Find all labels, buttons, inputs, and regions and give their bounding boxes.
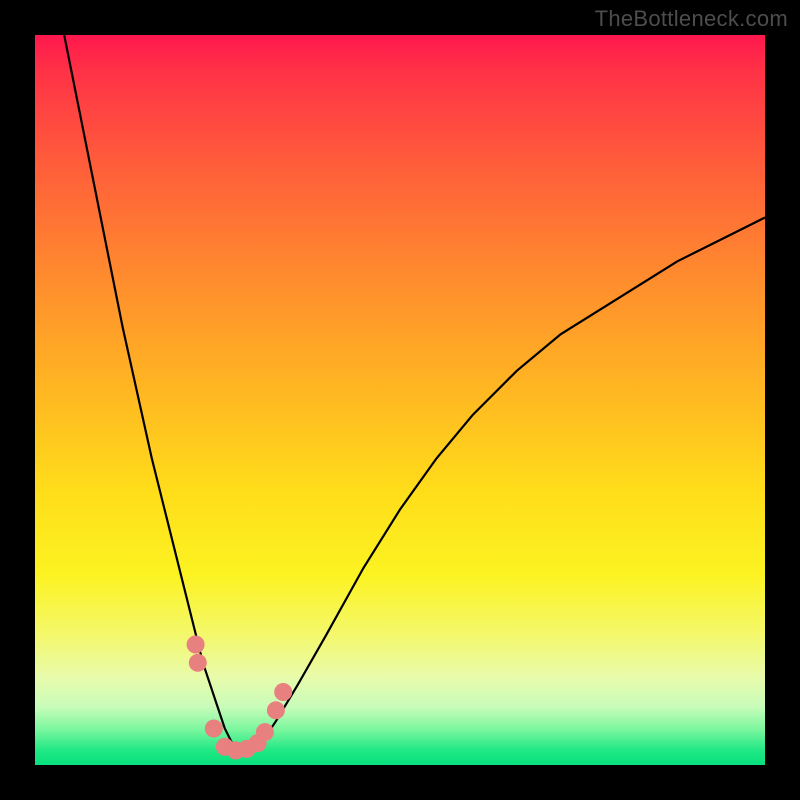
curve-markers <box>187 636 293 760</box>
chart-frame: TheBottleneck.com <box>0 0 800 800</box>
highlight-marker <box>187 636 205 654</box>
curve-line <box>64 35 765 750</box>
watermark-text: TheBottleneck.com <box>595 6 788 32</box>
highlight-marker <box>189 654 207 672</box>
highlight-marker <box>205 720 223 738</box>
bottleneck-curve <box>35 35 765 765</box>
highlight-marker <box>274 683 292 701</box>
plot-area <box>35 35 765 765</box>
highlight-marker <box>256 723 274 741</box>
highlight-marker <box>267 701 285 719</box>
